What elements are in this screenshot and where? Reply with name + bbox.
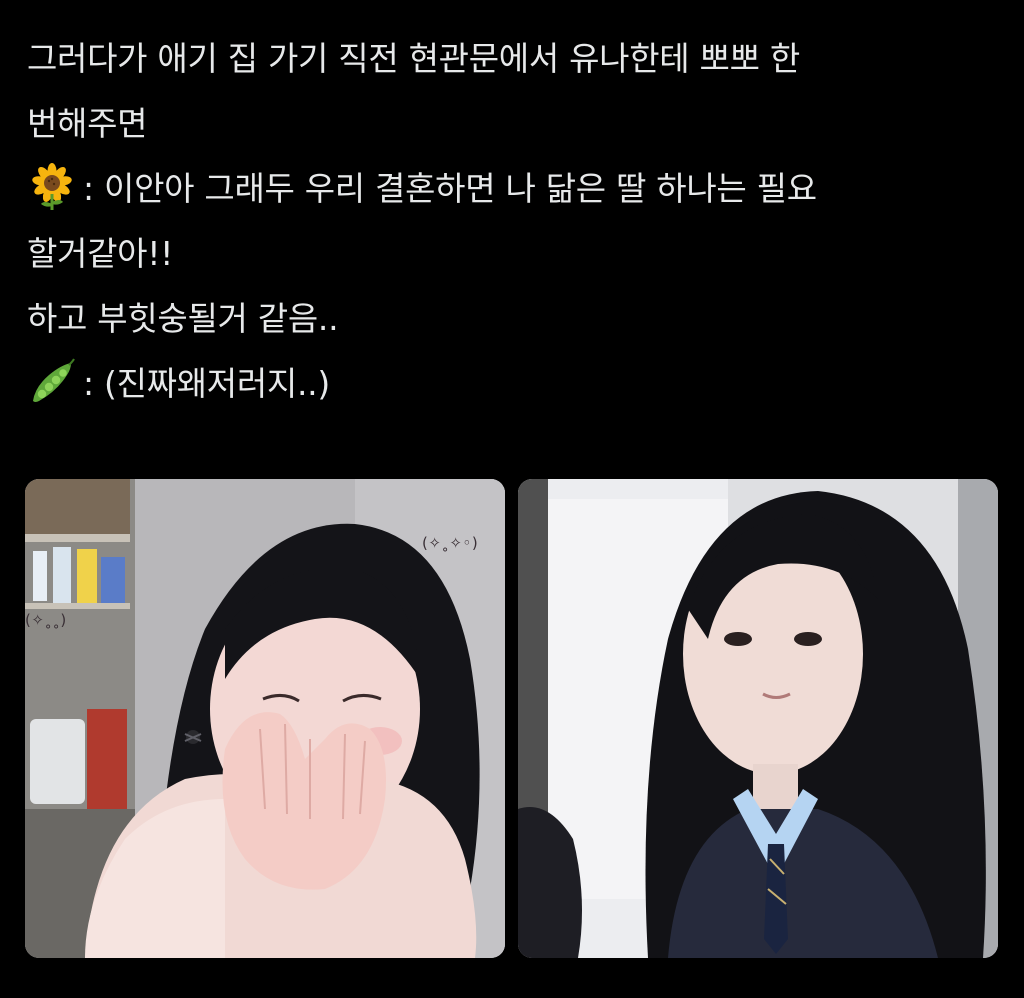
tweet-line-2: 번해주면 [27, 104, 148, 143]
tweet-line-6: : (진짜왜저러지..) [27, 351, 1002, 416]
tweet-line-5: 하고 부힛숭될거 같음.. [27, 299, 339, 338]
tweet-line-3: : 이안아 그래두 우리 결혼하면 나 닮은 딸 하나는 필요 [27, 156, 1002, 221]
sparkle-sticker-2: (✧˳˳) [25, 611, 67, 629]
photo-girl-school-uniform-image [518, 479, 998, 958]
tweet-line-6-text: : (진짜왜저러지..) [83, 364, 330, 403]
tweet-text: 그러다가 애기 집 가기 직전 현관문에서 유나한테 뽀뽀 한 번해주면: 이… [27, 26, 1002, 416]
sunflower-icon [32, 163, 72, 210]
photo-girl-covering-face[interactable]: (✧˳✧◦) (✧˳˳) [25, 479, 505, 958]
tweet-line-4: 할거같아!! [27, 234, 174, 273]
photo-girl-school-uniform[interactable] [518, 479, 998, 958]
pea-pod-icon [33, 358, 75, 402]
tweet-media-grid: (✧˳✧◦) (✧˳˳) [25, 479, 998, 958]
sparkle-sticker-1: (✧˳✧◦) [422, 534, 479, 552]
tweet-line-1: 그러다가 애기 집 가기 직전 현관문에서 유나한테 뽀뽀 한 [27, 39, 800, 78]
tweet-line-3-text: : 이안아 그래두 우리 결혼하면 나 닮은 딸 하나는 필요 [83, 169, 817, 208]
